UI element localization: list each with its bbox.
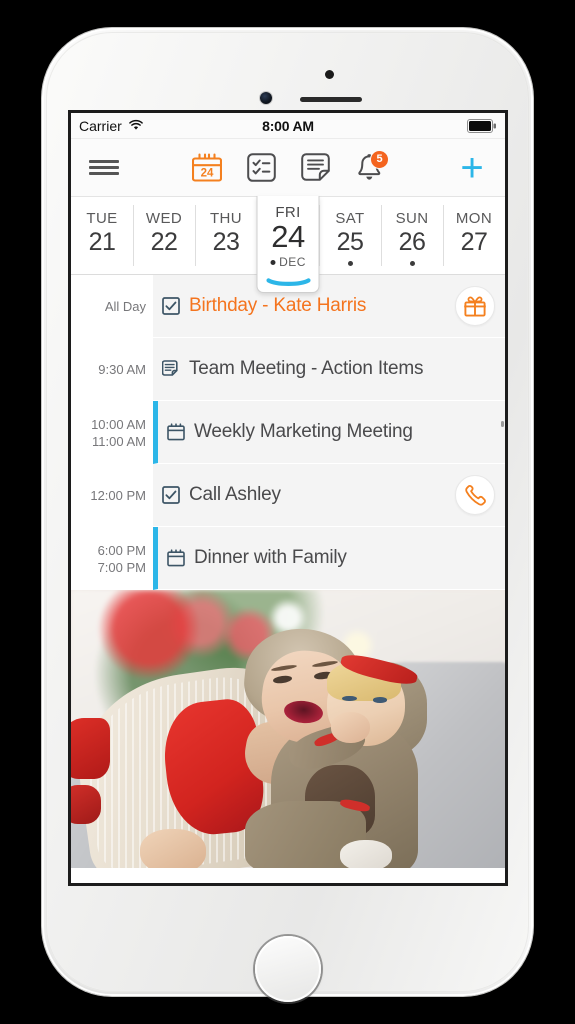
day-event-dot <box>409 260 415 266</box>
event-row[interactable]: 12:00 PM Call Ashley <box>71 464 505 527</box>
day-name: SAT <box>335 209 365 227</box>
calendar-icon: 24 <box>192 153 222 182</box>
event-time-start: 9:30 AM <box>98 362 146 377</box>
photo-mother-hand <box>140 829 206 868</box>
event-title: Birthday - Kate Harris <box>189 295 367 316</box>
photo-baby-eye <box>342 695 357 702</box>
scroll-indicator[interactable] <box>501 421 504 427</box>
day-cell-fri-24-selected[interactable]: FRI 24 DEC <box>256 196 320 293</box>
tab-notifications[interactable]: 5 <box>349 148 389 188</box>
event-title: Call Ashley <box>189 484 281 505</box>
hamburger-menu-icon[interactable] <box>87 148 121 188</box>
event-body[interactable]: Dinner with Family <box>153 527 505 590</box>
day-number: 21 <box>88 227 116 256</box>
day-cell-thu-23[interactable]: THU 23 <box>195 197 257 274</box>
event-time-end: 11:00 AM <box>92 433 146 449</box>
day-name: TUE <box>86 209 118 227</box>
checkbox-checked-icon[interactable] <box>162 486 180 504</box>
event-body[interactable]: Birthday - Kate Harris <box>153 275 505 338</box>
photo-baby-eye <box>372 697 388 703</box>
tab-notes[interactable] <box>295 148 335 188</box>
photo-baby-hand <box>331 712 371 743</box>
status-bar: Carrier 8:00 AM <box>71 113 505 139</box>
note-icon <box>162 360 180 378</box>
event-time: 9:30 AM <box>71 338 153 401</box>
notification-badge: 5 <box>370 149 389 169</box>
day-number: 22 <box>150 227 178 256</box>
event-title: Team Meeting - Action Items <box>189 358 424 379</box>
event-body[interactable]: Team Meeting - Action Items <box>153 338 505 401</box>
phone-icon[interactable] <box>455 475 495 515</box>
event-title: Dinner with Family <box>194 547 347 568</box>
day-cell-fri-24-container[interactable]: FRI 24 DEC <box>256 196 320 293</box>
tab-calendar[interactable]: 24 <box>187 148 227 188</box>
events-list: All Day Birthday - Kate Harris 9:30 AM T… <box>71 275 505 590</box>
gift-icon[interactable] <box>455 286 495 326</box>
event-title: Weekly Marketing Meeting <box>194 421 413 442</box>
wifi-icon <box>128 118 144 134</box>
home-button[interactable] <box>254 936 321 1002</box>
photo-baby-sock <box>340 840 393 868</box>
event-time-start: 12:00 PM <box>90 488 146 503</box>
calendar-event-icon <box>167 423 185 441</box>
day-event-dot <box>347 260 353 266</box>
calendar-event-icon <box>167 549 185 567</box>
checkbox-checked-icon[interactable] <box>162 297 180 315</box>
front-camera-icon <box>260 92 272 104</box>
day-number: 24 <box>271 219 305 254</box>
day-number: 27 <box>460 227 488 256</box>
event-row[interactable]: 10:00 AM 11:00 AM Weekly Marketing Meeti… <box>71 401 505 464</box>
day-cell-tue-21[interactable]: TUE 21 <box>71 197 133 274</box>
carrier-label: Carrier <box>79 117 122 134</box>
event-photo-mother-and-child-christmas[interactable] <box>71 590 505 868</box>
selected-day-underline-icon <box>265 274 311 292</box>
app-toolbar: 24 5 + <box>71 139 505 197</box>
day-cell-wed-22[interactable]: WED 22 <box>133 197 195 274</box>
add-event-button[interactable]: + <box>455 148 489 188</box>
toolbar-icon-group: 24 5 <box>187 148 389 188</box>
day-cell-sun-26[interactable]: SUN 26 <box>381 197 443 274</box>
day-event-dot <box>270 259 276 265</box>
event-body[interactable]: Weekly Marketing Meeting <box>153 401 505 464</box>
event-row[interactable]: 9:30 AM Team Meeting - Action Items <box>71 338 505 401</box>
earpiece-speaker <box>300 97 362 102</box>
notes-icon <box>300 153 330 181</box>
carrier-group: Carrier <box>79 118 144 134</box>
day-name: MON <box>455 209 493 227</box>
hamburger-line <box>89 172 119 175</box>
svg-text:24: 24 <box>201 167 214 179</box>
event-time: All Day <box>71 275 153 338</box>
tab-tasks[interactable] <box>241 148 281 188</box>
selected-month-row: DEC <box>270 255 306 269</box>
event-time: 6:00 PM 7:00 PM <box>71 527 153 590</box>
photo-red-accent <box>71 717 111 780</box>
checklist-icon <box>246 153 276 182</box>
event-time: 10:00 AM 11:00 AM <box>71 401 153 464</box>
app-screen: Carrier 8:00 AM 24 5 + TUE 21 WED 22 THU… <box>71 113 505 883</box>
proximity-sensor <box>325 70 334 79</box>
day-number: 23 <box>212 227 240 256</box>
event-time-start: 10:00 AM <box>91 416 146 432</box>
day-number: 25 <box>336 227 364 256</box>
event-time-start: All Day <box>104 299 146 314</box>
screen-bezel: Carrier 8:00 AM 24 5 + TUE 21 WED 22 THU… <box>68 110 508 886</box>
day-strip: TUE 21 WED 22 THU 23 FRI 24 DEC SAT 25 S… <box>71 196 505 293</box>
day-name: WED <box>145 209 183 227</box>
month-label: DEC <box>279 255 306 269</box>
event-body[interactable]: Call Ashley <box>153 464 505 527</box>
event-row[interactable]: 6:00 PM 7:00 PM Dinner with Family <box>71 527 505 590</box>
hamburger-line <box>89 166 119 169</box>
day-cell-mon-27[interactable]: MON 27 <box>443 197 505 274</box>
event-time-end: 7:00 PM <box>97 559 146 575</box>
hamburger-line <box>89 160 119 163</box>
battery-icon <box>467 118 497 133</box>
day-cell-sat-25[interactable]: SAT 25 <box>319 197 381 274</box>
event-time: 12:00 PM <box>71 464 153 527</box>
day-name: THU <box>209 209 243 227</box>
event-time-start: 6:00 PM <box>97 542 146 558</box>
day-number: 26 <box>398 227 426 256</box>
photo-red-accent <box>71 784 102 824</box>
day-name: SUN <box>395 209 429 227</box>
